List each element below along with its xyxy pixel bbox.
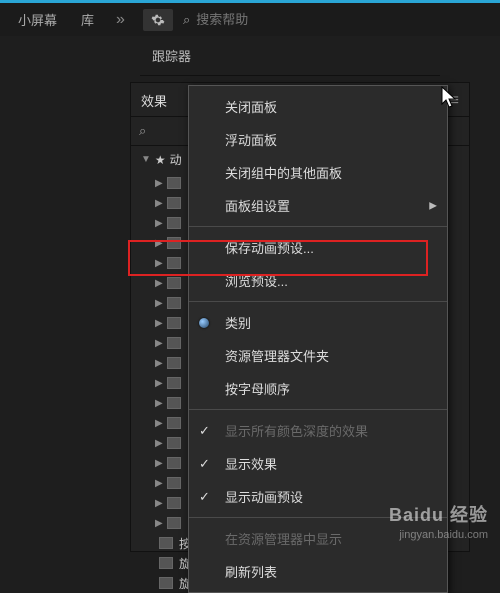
effects-tab-label[interactable]: 效果: [141, 91, 167, 110]
check-icon: ✓: [199, 456, 210, 472]
tree-root-label: 动: [170, 151, 182, 168]
menu-panel-group-settings[interactable]: 面板组设置: [189, 189, 447, 222]
menu-show-animation-presets[interactable]: ✓ 显示动画预设: [189, 480, 447, 513]
panel-context-menu: 关闭面板 浮动面板 关闭组中的其他面板 面板组设置 保存动画预设... 浏览预设…: [188, 85, 448, 593]
menu-browse-preset[interactable]: 浏览预设...: [189, 264, 447, 297]
menu-separator: [189, 517, 447, 518]
menu-separator: [189, 226, 447, 227]
search-icon: ⌕: [183, 12, 190, 28]
tab-library[interactable]: 库: [71, 6, 104, 33]
tab-small-screen[interactable]: 小屏幕: [8, 6, 67, 33]
chevron-double-right-icon[interactable]: »: [108, 11, 133, 29]
menu-refresh-list[interactable]: 刷新列表: [189, 555, 447, 588]
menu-close-panel[interactable]: 关闭面板: [189, 90, 447, 123]
menu-float-panel[interactable]: 浮动面板: [189, 123, 447, 156]
app-topbar: 小屏幕 库 » ⌕: [0, 0, 500, 36]
search-icon: ⌕: [139, 123, 146, 139]
disclosure-triangle-icon[interactable]: ▼: [141, 154, 151, 165]
help-search-input[interactable]: [196, 12, 276, 27]
tracker-panel-tab[interactable]: 跟踪器: [140, 36, 440, 76]
menu-icon[interactable]: ≡: [450, 92, 459, 110]
menu-alphabetical[interactable]: 按字母顺序: [189, 372, 447, 405]
check-icon: ✓: [199, 489, 210, 505]
menu-separator: [189, 301, 447, 302]
menu-reveal-in-explorer: 在资源管理器中显示: [189, 522, 447, 555]
menu-show-effects[interactable]: ✓ 显示效果: [189, 447, 447, 480]
help-search[interactable]: ⌕: [183, 12, 276, 28]
check-icon: ✓: [199, 423, 210, 439]
preset-icon: [159, 537, 173, 549]
menu-explorer-folder[interactable]: 资源管理器文件夹: [189, 339, 447, 372]
star-icon: ★: [155, 153, 166, 167]
tracker-label: 跟踪器: [152, 46, 191, 65]
menu-show-all-color-depth: ✓ 显示所有颜色深度的效果: [189, 414, 447, 447]
menu-separator: [189, 409, 447, 410]
preset-icon: [159, 577, 173, 589]
menu-save-animation-preset[interactable]: 保存动画预设...: [189, 231, 447, 264]
preset-icon: [159, 557, 173, 569]
radio-dot-icon: [199, 318, 209, 328]
menu-categories[interactable]: 类别: [189, 306, 447, 339]
menu-close-other-panels[interactable]: 关闭组中的其他面板: [189, 156, 447, 189]
settings-icon[interactable]: [143, 9, 173, 31]
